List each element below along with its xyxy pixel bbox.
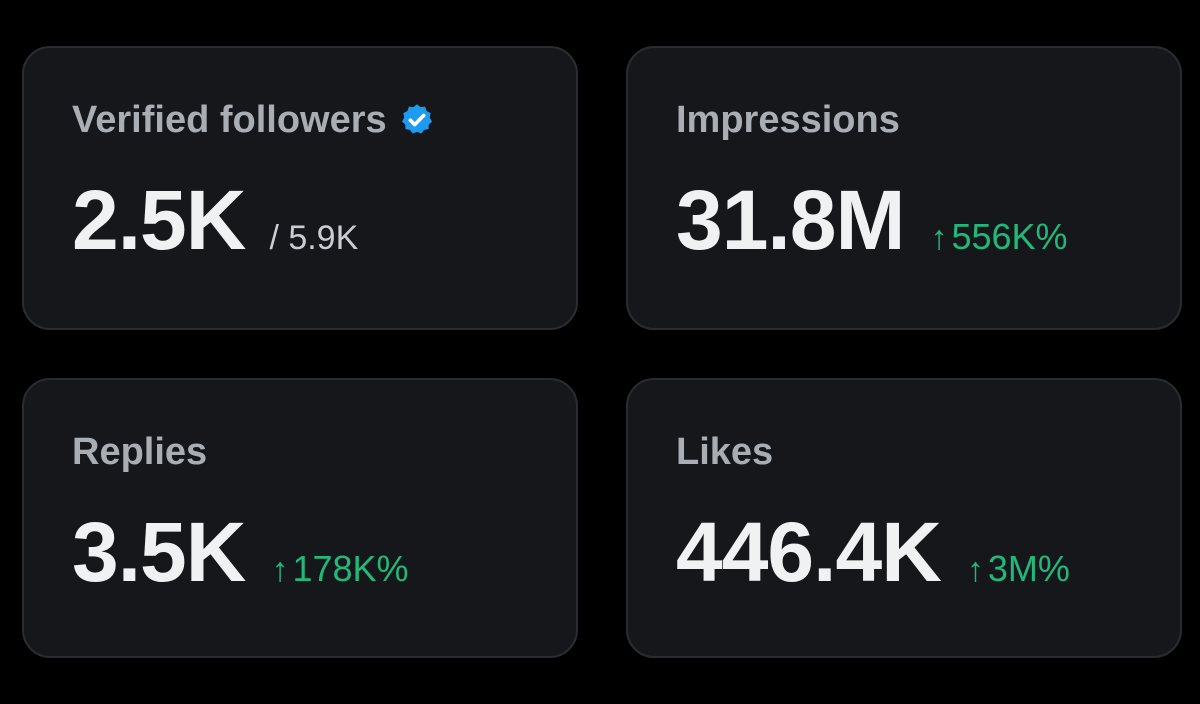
verified-followers-label-row: Verified followers [72, 90, 576, 150]
replies-card[interactable]: Replies 3.5K ↑ 178K% [22, 378, 578, 658]
impressions-label: Impressions [676, 99, 900, 141]
likes-value: 446.4K [676, 505, 942, 599]
replies-change-value: 178K% [292, 548, 409, 589]
likes-card[interactable]: Likes 446.4K ↑ 3M% [626, 378, 1182, 658]
arrow-up-icon: ↑ [966, 551, 984, 589]
replies-change: ↑ 178K% [271, 548, 408, 590]
verified-followers-value-row: 2.5K / 5.9K [72, 172, 576, 268]
arrow-up-icon: ↑ [930, 219, 948, 257]
impressions-change-value: 556K% [951, 216, 1068, 257]
likes-change: ↑ 3M% [967, 548, 1070, 590]
likes-change-value: 3M% [987, 548, 1070, 589]
impressions-change: ↑ 556K% [930, 216, 1067, 258]
impressions-value-row: 31.8M ↑ 556K% [676, 172, 1180, 268]
impressions-value: 31.8M [676, 173, 905, 267]
verified-followers-card[interactable]: Verified followers 2.5K / 5.9K [22, 46, 578, 330]
likes-label: Likes [676, 431, 774, 473]
verified-followers-total: / 5.9K [269, 219, 359, 257]
replies-label: Replies [72, 431, 208, 473]
arrow-up-icon: ↑ [271, 551, 289, 589]
likes-value-row: 446.4K ↑ 3M% [676, 504, 1180, 600]
replies-value-row: 3.5K ↑ 178K% [72, 504, 576, 600]
verified-followers-label: Verified followers [72, 99, 387, 141]
verified-badge-icon [399, 102, 435, 138]
impressions-card[interactable]: Impressions 31.8M ↑ 556K% [626, 46, 1182, 330]
replies-value: 3.5K [72, 505, 246, 599]
verified-followers-value: 2.5K [72, 173, 246, 267]
